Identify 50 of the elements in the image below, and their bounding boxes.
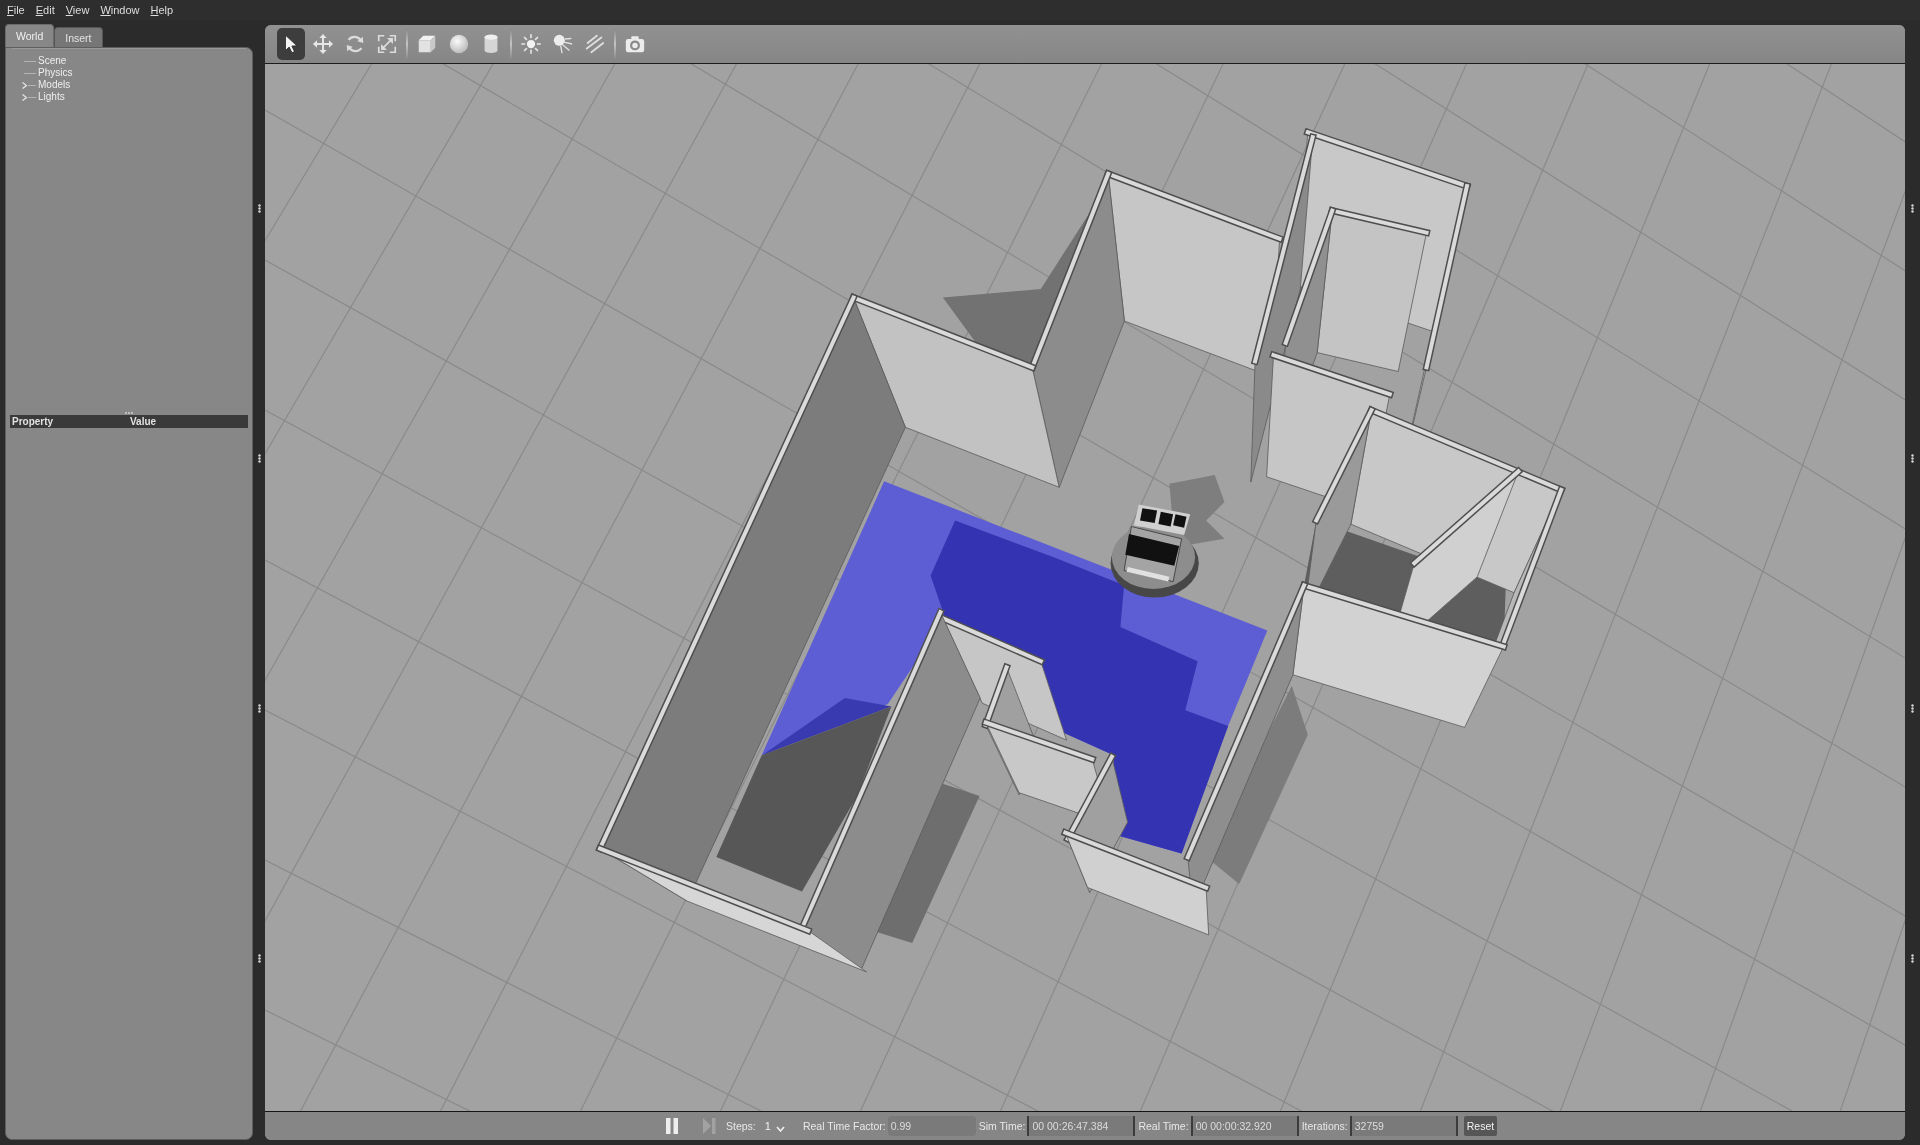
reset-button[interactable]: Reset: [1463, 1116, 1498, 1136]
rotate-icon: [344, 33, 366, 55]
status-label: Sim Time:: [978, 1120, 1026, 1132]
resize-arrows-icon: [376, 33, 398, 55]
sun-icon: [520, 33, 542, 55]
status-field: 00 00:00:32.920: [1190, 1116, 1299, 1136]
splitter-handle-icon[interactable]: [1911, 454, 1914, 463]
column-header: Value: [130, 416, 157, 427]
step-forward-icon: [702, 1117, 716, 1135]
diagonal-lines-icon: [584, 33, 606, 55]
pause-button[interactable]: [665, 1117, 679, 1135]
spot-light-icon: [552, 33, 574, 55]
camera-icon: [624, 33, 646, 55]
menu-item[interactable]: Help: [150, 3, 174, 17]
splitter-handle-icon[interactable]: [125, 412, 133, 414]
status-field: 0.99: [887, 1116, 976, 1136]
splitter-handle-icon[interactable]: [1911, 954, 1914, 963]
status-label: Real Time Factor:: [802, 1120, 886, 1132]
splitter-handle-icon[interactable]: [1911, 204, 1914, 213]
chevron-right-icon[interactable]: [22, 81, 27, 89]
status-label: Real Time:: [1138, 1120, 1189, 1132]
splitter-handle-icon[interactable]: [257, 954, 261, 963]
panel-tab[interactable]: World: [5, 24, 55, 47]
select-tool-button[interactable]: [277, 28, 305, 60]
status-label: Iterations:: [1301, 1120, 1348, 1132]
splitter-handle-icon[interactable]: [257, 454, 261, 463]
menu-item[interactable]: Window: [100, 3, 140, 17]
menu-item[interactable]: Edit: [35, 3, 55, 17]
panel-tab[interactable]: Insert: [54, 27, 103, 47]
sphere-icon: [448, 33, 470, 55]
splitter-handle-icon[interactable]: [257, 204, 261, 213]
tree-item[interactable]: Models: [38, 79, 71, 91]
steps-spinbox[interactable]: 1: [762, 1117, 787, 1135]
chevron-right-icon[interactable]: [22, 93, 27, 101]
tree-item[interactable]: Physics: [38, 67, 73, 79]
cube-icon: [416, 33, 438, 55]
status-field: 32759: [1349, 1116, 1458, 1136]
splitter-handle-icon[interactable]: [1911, 704, 1914, 713]
splitter-handle-icon[interactable]: [257, 704, 261, 713]
column-header: Property: [11, 416, 55, 427]
status-field: 00 00:26:47.384: [1027, 1116, 1136, 1136]
pause-icon: [665, 1117, 679, 1135]
tree-item[interactable]: Scene: [38, 55, 67, 67]
menu-item[interactable]: View: [65, 3, 90, 17]
tree-item[interactable]: Lights: [38, 91, 65, 103]
menu-item[interactable]: File: [7, 3, 25, 17]
caret-down-icon: [775, 1126, 785, 1132]
scene-viewport[interactable]: [265, 64, 1905, 1111]
move-arrows-icon: [312, 33, 334, 55]
steps-label: Steps:: [726, 1120, 756, 1132]
